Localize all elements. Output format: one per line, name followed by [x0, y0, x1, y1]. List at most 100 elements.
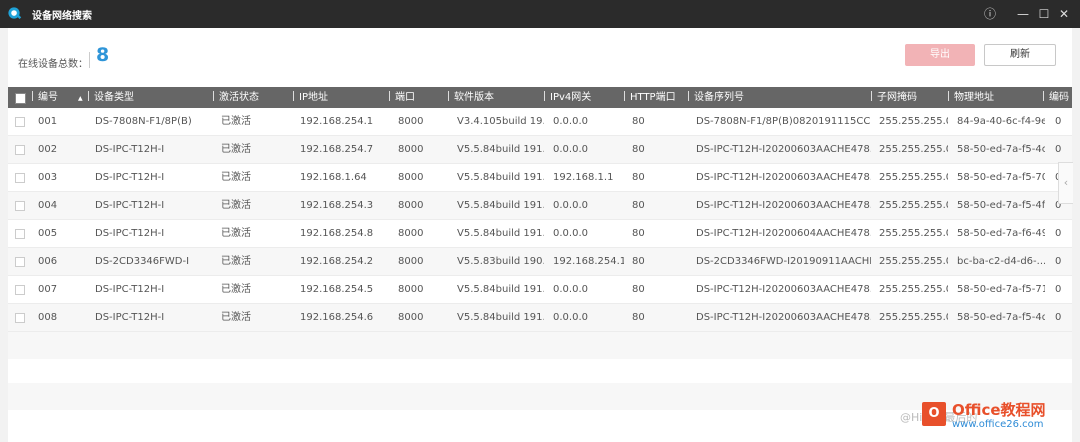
column-header-number[interactable]: 编号 ▲: [32, 87, 90, 108]
close-button[interactable]: ✕: [1055, 5, 1073, 23]
cell-subnet: 255.255.255.0: [879, 312, 948, 323]
maximize-button[interactable]: ☐: [1035, 5, 1053, 23]
cell-mac: 58-50-ed-7a-f5-4c: [957, 144, 1045, 155]
row-checkbox[interactable]: [15, 201, 25, 211]
cell-activation: 已激活: [221, 116, 251, 127]
cell-mac: 84-9a-40-6c-f4-9e: [957, 116, 1045, 127]
column-header-activation[interactable]: 激活状态: [213, 87, 293, 108]
cell-activation: 已激活: [221, 284, 251, 295]
row-checkbox[interactable]: [15, 285, 25, 295]
cell-http-port: 80: [632, 284, 645, 295]
cell-mac: 58-50-ed-7a-f5-4d: [957, 312, 1045, 323]
cell-software-version: V5.5.84build 191...: [457, 144, 544, 155]
online-count-value: 8: [96, 44, 110, 66]
info-icon[interactable]: ⓘ: [981, 5, 999, 23]
cell-device-type: DS-IPC-T12H-I: [95, 200, 165, 211]
cell-activation: 已激活: [221, 144, 251, 155]
cell-gateway: 0.0.0.0: [553, 144, 588, 155]
cell-device-type: DS-IPC-T12H-I: [95, 144, 165, 155]
column-header-port[interactable]: 端口: [389, 87, 447, 108]
table-row[interactable]: 002 DS-IPC-T12H-I 已激活 192.168.254.7 8000 V5.5…: [8, 136, 1072, 164]
cell-device-type: DS-IPC-T12H-I: [95, 312, 165, 323]
watermark-brand: Office教程网: [952, 401, 1046, 419]
cell-serial: DS-7808N-F1/8P(B)0820191115CCR...: [696, 116, 871, 127]
cell-device-type: DS-7808N-F1/8P(B): [95, 116, 192, 127]
cell-ip: 192.168.254.5: [300, 284, 374, 295]
cell-serial: DS-IPC-T12H-I20200604AACHE478...: [696, 228, 871, 239]
column-header-software-version[interactable]: 软件版本: [448, 87, 544, 108]
table-row[interactable]: 008 DS-IPC-T12H-I 已激活 192.168.254.6 8000 V5.5…: [8, 304, 1072, 332]
cell-port: 8000: [398, 256, 424, 267]
cell-software-version: V5.5.84build 191...: [457, 228, 544, 239]
column-header-serial[interactable]: 设备序列号: [688, 87, 871, 108]
table-row[interactable]: 003 DS-IPC-T12H-I 已激活 192.168.1.64 8000 V5.5.…: [8, 164, 1072, 192]
row-checkbox[interactable]: [15, 145, 25, 155]
column-header-ip[interactable]: IP地址: [293, 87, 389, 108]
table-row[interactable]: 006 DS-2CD3346FWD-I 已激活 192.168.254.2 8000 V5…: [8, 248, 1072, 276]
table-header: 编号 ▲ 设备类型 激活状态 IP地址 端口 软件版本 IPv4网关 HTTP端口…: [8, 87, 1072, 108]
online-count-label: 在线设备总数：: [18, 59, 88, 70]
minimize-button[interactable]: —: [1014, 5, 1032, 23]
table-row[interactable]: 001 DS-7808N-F1/8P(B) 已激活 192.168.254.1 8000…: [8, 108, 1072, 136]
cell-gateway: 192.168.1.1: [553, 172, 614, 183]
row-checkbox[interactable]: [15, 117, 25, 127]
side-collapse-tab[interactable]: ‹: [1058, 162, 1073, 204]
cell-port: 8000: [398, 144, 424, 155]
cell-activation: 已激活: [221, 256, 251, 267]
cell-activation: 已激活: [221, 200, 251, 211]
row-checkbox[interactable]: [15, 173, 25, 183]
cell-software-version: V5.5.84build 191...: [457, 312, 544, 323]
select-all-checkbox[interactable]: [15, 93, 26, 104]
cell-mac: 58-50-ed-7a-f5-4f: [957, 200, 1045, 211]
cell-number: 002: [38, 144, 58, 155]
cell-gateway: 0.0.0.0: [553, 284, 588, 295]
cell-port: 8000: [398, 312, 424, 323]
cell-gateway: 0.0.0.0: [553, 228, 588, 239]
cell-number: 006: [38, 256, 58, 267]
column-header-http-port[interactable]: HTTP端口: [624, 87, 688, 108]
cell-ip: 192.168.254.7: [300, 144, 374, 155]
cell-encoding: 0: [1055, 256, 1062, 267]
row-checkbox[interactable]: [15, 313, 25, 323]
table-row[interactable]: 004 DS-IPC-T12H-I 已激活 192.168.254.3 8000 V5.5…: [8, 192, 1072, 220]
cell-gateway: 0.0.0.0: [553, 312, 588, 323]
column-header-encoding[interactable]: 编码: [1043, 87, 1072, 108]
window-title: 设备网络搜索: [32, 11, 92, 22]
table-row[interactable]: 007 DS-IPC-T12H-I 已激活 192.168.254.5 8000 V5.5…: [8, 276, 1072, 304]
cell-device-type: DS-2CD3346FWD-I: [95, 256, 190, 267]
sort-asc-icon: ▲: [78, 95, 83, 102]
cell-gateway: 192.168.254.1: [553, 256, 624, 267]
export-button[interactable]: 导出: [905, 44, 975, 66]
title-bar: 设备网络搜索 ⓘ — ☐ ✕: [0, 0, 1080, 28]
cell-ip: 192.168.254.8: [300, 228, 374, 239]
cell-mac: 58-50-ed-7a-f5-71: [957, 284, 1045, 295]
cell-activation: 已激活: [221, 228, 251, 239]
column-header-gateway[interactable]: IPv4网关: [544, 87, 624, 108]
watermark: @Hi注册最后的 O Office教程网 www.office26.com: [900, 398, 1072, 438]
cell-gateway: 0.0.0.0: [553, 116, 588, 127]
column-header-device-type[interactable]: 设备类型: [88, 87, 212, 108]
cell-port: 8000: [398, 284, 424, 295]
cell-activation: 已激活: [221, 172, 251, 183]
cell-http-port: 80: [632, 172, 645, 183]
refresh-button[interactable]: 刷新: [984, 44, 1056, 66]
cell-number: 007: [38, 284, 58, 295]
cell-subnet: 255.255.255.0: [879, 228, 948, 239]
cell-ip: 192.168.254.1: [300, 116, 374, 127]
cell-device-type: DS-IPC-T12H-I: [95, 284, 165, 295]
main-panel: 在线设备总数： 8 导出 刷新 编号 ▲ 设备类型 激活状态 IP地址 端口 软件…: [8, 28, 1072, 442]
watermark-url: www.office26.com: [952, 419, 1044, 430]
cell-activation: 已激活: [221, 312, 251, 323]
office-logo-icon: O: [922, 402, 946, 426]
row-checkbox[interactable]: [15, 229, 25, 239]
cell-http-port: 80: [632, 200, 645, 211]
cell-subnet: 255.255.255.0: [879, 284, 948, 295]
column-header-subnet[interactable]: 子网掩码: [871, 87, 948, 108]
cell-number: 008: [38, 312, 58, 323]
column-header-mac[interactable]: 物理地址: [948, 87, 1048, 108]
table-row[interactable]: 005 DS-IPC-T12H-I 已激活 192.168.254.8 8000 V5.5…: [8, 220, 1072, 248]
cell-software-version: V5.5.84build 191...: [457, 172, 544, 183]
cell-software-version: V5.5.84build 191...: [457, 284, 544, 295]
cell-http-port: 80: [632, 144, 645, 155]
row-checkbox[interactable]: [15, 257, 25, 267]
